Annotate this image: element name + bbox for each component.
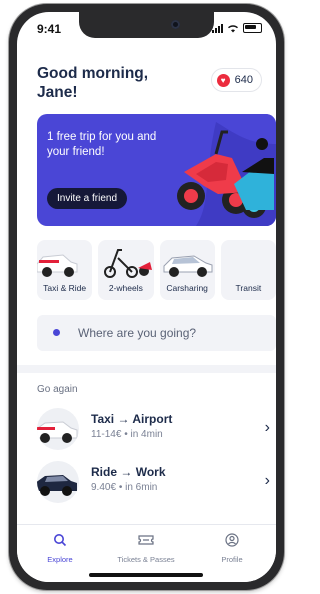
tab-label: Explore [47,555,73,564]
search-icon [54,534,67,547]
status-icons [212,23,262,33]
ride-thumbnail [37,461,79,503]
battery-icon [243,23,262,33]
points-value: 640 [234,74,253,86]
home-indicator [89,573,203,577]
route-to: Airport [132,412,173,426]
mode-transit[interactable]: Transit [220,240,276,300]
go-again-item-work[interactable]: Ride → Work 9.40€ • in 6min › [37,461,276,503]
car-icon [163,255,212,277]
tab-bar: Explore Tickets & Passes Profile [17,524,276,582]
section-divider [17,365,276,373]
tab-tickets-passes[interactable]: Tickets & Passes [103,533,189,564]
points-pill[interactable]: ♥ 640 [210,68,262,92]
route-title: Taxi → Airport [91,412,172,426]
mode-label: Carsharing [166,283,208,293]
search-placeholder: Where are you going? [78,326,197,340]
taxi-thumbnail [37,408,79,450]
status-time: 9:41 [37,22,62,36]
route-price: 9.40€ [91,482,117,493]
mode-2-wheels[interactable]: 2-wheels [98,240,154,300]
destination-search[interactable]: Where are you going? [37,315,276,351]
route-title: Ride → Work [91,465,166,479]
chevron-right-icon: › [264,472,270,489]
mode-label: Transit [235,283,262,293]
separator-dot: • [118,482,123,493]
promo-banner[interactable]: 1 free trip for you and your friend! Inv… [37,114,276,226]
mode-carsharing[interactable]: Carsharing [159,240,215,300]
mobility-modes: Taxi & Ride 2-wheels Carsharing Transit [37,240,276,300]
profile-icon [225,533,239,547]
route-to: Work [135,465,166,479]
arrow-icon: → [117,412,130,426]
mode-label: Taxi & Ride [43,283,87,293]
heart-icon: ♥ [216,73,230,87]
arrow-icon: → [120,465,133,479]
greeting-line: Good morning, [37,65,149,82]
car-icon [37,421,78,443]
route-meta: 11-14€ • in 4min [91,429,163,440]
go-again-item-airport[interactable]: Taxi → Airport 11-14€ • in 4min › [37,408,276,450]
car-icon [37,254,78,277]
camera-icon [171,20,180,29]
phone-frame: 9:41 Good morning, Jane! ♥ 640 1 free tr… [9,4,284,590]
wifi-icon [228,24,238,32]
tab-explore[interactable]: Explore [17,533,103,564]
route-meta: 9.40€ • in 6min [91,482,157,493]
route-eta: in 6min [125,482,158,493]
separator-dot: • [124,429,128,440]
notch [79,12,214,38]
user-name: Jane! [37,84,78,101]
mode-label: 2-wheels [108,283,143,293]
tab-profile[interactable]: Profile [189,533,275,564]
greeting: Good morning, Jane! [37,64,148,102]
location-dot-icon [53,329,60,336]
route-price: 11-14€ [91,429,122,440]
scooter-icon [104,249,153,278]
ticket-icon [138,535,154,545]
route-from: Ride [91,465,118,479]
car-icon [37,475,77,496]
invite-friend-button[interactable]: Invite a friend [47,188,128,209]
route-from: Taxi [91,412,115,426]
scooters-illustration [166,114,276,226]
tab-label: Tickets & Passes [117,555,175,564]
promo-text: 1 free trip for you and your friend! [47,131,157,158]
chevron-right-icon: › [264,419,270,436]
mode-taxi-ride[interactable]: Taxi & Ride [37,240,93,300]
route-eta: in 4min [130,429,163,440]
go-again-title: Go again [37,384,78,395]
app-screen: 9:41 Good morning, Jane! ♥ 640 1 free tr… [17,12,276,582]
tab-label: Profile [221,555,243,564]
